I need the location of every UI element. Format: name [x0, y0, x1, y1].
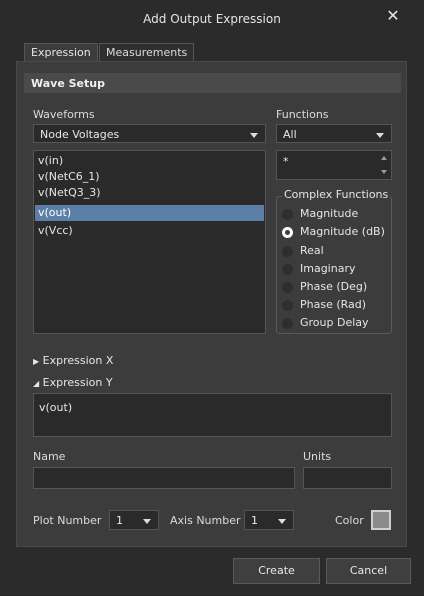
radio-magnitude[interactable]	[282, 209, 293, 220]
chevron-down-icon	[376, 133, 384, 138]
expression-y-label: Expression Y	[42, 376, 113, 389]
create-button[interactable]: Create	[233, 558, 320, 584]
expression-x-toggle[interactable]: ▶ Expression X	[33, 354, 113, 367]
spin-up-icon[interactable]	[381, 156, 387, 160]
chevron-down-icon	[250, 133, 258, 138]
radio-label: Real	[300, 244, 324, 257]
chevron-down-icon	[143, 519, 151, 524]
axis-number-label: Axis Number	[170, 514, 241, 527]
radio-magnitude-db[interactable]	[282, 227, 293, 238]
waveforms-dropdown-value: Node Voltages	[40, 128, 120, 141]
color-label: Color	[335, 514, 364, 527]
expression-y-toggle[interactable]: ◢ Expression Y	[33, 376, 113, 389]
tab-measurements[interactable]: Measurements	[99, 43, 195, 62]
radio-label: Phase (Deg)	[300, 280, 368, 293]
tab-expression[interactable]: Expression	[24, 43, 98, 62]
expression-y-value: v(out)	[39, 401, 73, 414]
wave-setup-title: Wave Setup	[31, 77, 105, 90]
list-item[interactable]: v(Vcc)	[35, 223, 264, 239]
radio-label: Phase (Rad)	[300, 298, 367, 311]
waveforms-dropdown[interactable]: Node Voltages	[33, 124, 266, 143]
radio-phase-rad[interactable]	[282, 300, 293, 311]
radio-label: Magnitude	[300, 207, 359, 220]
units-label: Units	[303, 450, 332, 463]
axis-number-value: 1	[251, 514, 258, 527]
list-item[interactable]: v(NetC6_1)	[35, 169, 264, 185]
expression-y-input[interactable]: v(out)	[33, 393, 392, 437]
name-field[interactable]	[33, 467, 295, 489]
radio-label: Group Delay	[300, 316, 369, 329]
complex-functions-title: Complex Functions	[282, 188, 391, 201]
radio-phase-deg[interactable]	[282, 282, 293, 293]
radio-label: Magnitude (dB)	[300, 225, 385, 238]
chevron-right-icon: ▶	[33, 357, 40, 366]
radio-imaginary[interactable]	[282, 264, 293, 275]
functions-filter-field[interactable]: *	[276, 150, 392, 180]
radio-label: Imaginary	[300, 262, 356, 275]
functions-filter-value: *	[283, 155, 289, 168]
plot-number-value: 1	[116, 514, 123, 527]
waveforms-list[interactable]: v(in) v(NetC6_1) v(NetQ3_3) v(out) v(Vcc…	[33, 150, 266, 334]
axis-number-dropdown[interactable]: 1	[244, 510, 294, 530]
radio-group-delay[interactable]	[282, 318, 293, 329]
list-item[interactable]: v(in)	[35, 153, 264, 169]
name-label: Name	[33, 450, 66, 463]
plot-number-dropdown[interactable]: 1	[109, 510, 159, 530]
color-swatch[interactable]	[371, 510, 391, 530]
close-icon[interactable]: ✕	[384, 7, 402, 25]
list-item[interactable]: v(NetQ3_3)	[35, 185, 264, 201]
chevron-down-icon: ◢	[33, 379, 40, 388]
cancel-button[interactable]: Cancel	[326, 558, 411, 584]
wave-setup-header: Wave Setup	[24, 73, 401, 93]
radio-real[interactable]	[282, 246, 293, 257]
plot-number-label: Plot Number	[33, 514, 102, 527]
window-title: Add Output Expression	[143, 12, 281, 26]
waveforms-label: Waveforms	[33, 108, 95, 121]
units-field[interactable]	[303, 467, 392, 489]
list-item-selected[interactable]: v(out)	[35, 205, 264, 221]
functions-dropdown[interactable]: All	[276, 124, 392, 143]
functions-label: Functions	[276, 108, 329, 121]
tab-expression-label: Expression	[31, 46, 91, 59]
spin-down-icon[interactable]	[381, 170, 387, 174]
expression-x-label: Expression X	[42, 354, 114, 367]
chevron-down-icon	[278, 519, 286, 524]
tab-measurements-label: Measurements	[106, 46, 188, 59]
functions-dropdown-value: All	[283, 128, 297, 141]
